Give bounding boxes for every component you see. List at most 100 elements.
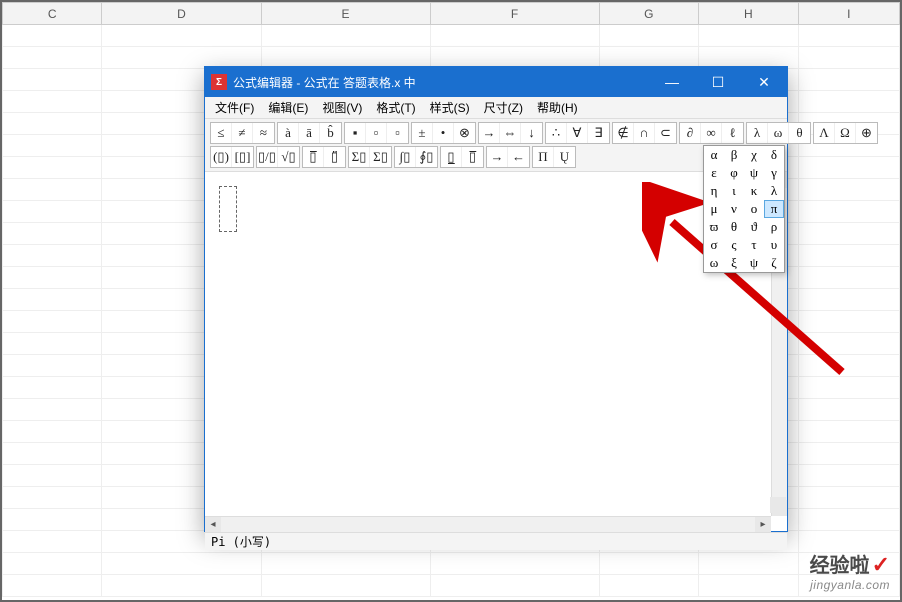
menu-view[interactable]: 视图(V) [316,97,368,118]
titlebar[interactable]: Σ 公式编辑器 - 公式在 答题表格.x 中 — ☐ ✕ [205,67,787,97]
table-row[interactable] [3,575,900,597]
greek-letter-ψ[interactable]: ψ [744,164,764,182]
scroll-track[interactable] [221,517,755,532]
col-header[interactable]: I [798,3,899,25]
greek-letter-π[interactable]: π [764,200,784,218]
toolbar-button[interactable]: ∞ [701,123,722,143]
greek-letter-ι[interactable]: ι [724,182,744,200]
greek-letter-ϖ[interactable]: ϖ [704,218,724,236]
toolbar-button[interactable]: ω [768,123,789,143]
menu-size[interactable]: 尺寸(Z) [478,97,529,118]
toolbar-button[interactable]: ⊗ [454,123,475,143]
equation-input-slot[interactable] [219,186,237,232]
toolbar-button[interactable]: ▯̅ [303,147,324,167]
toolbar-button[interactable]: ⊂ [655,123,676,143]
toolbar-button[interactable]: ≈ [253,123,274,143]
greek-letter-β[interactable]: β [724,146,744,164]
menu-format[interactable]: 格式(T) [370,97,421,118]
toolbar-button[interactable]: ▫ [387,123,408,143]
greek-letter-ω[interactable]: ω [704,254,724,272]
table-row[interactable] [3,25,900,47]
col-header[interactable]: G [599,3,698,25]
toolbar-button[interactable]: Ų [554,147,575,167]
greek-letter-χ[interactable]: χ [744,146,764,164]
toolbar-button[interactable]: ∴ [546,123,567,143]
toolbar-button[interactable]: ∉ [613,123,634,143]
toolbar-button[interactable]: (▯) [211,147,232,167]
menu-help[interactable]: 帮助(H) [531,97,584,118]
toolbar-button[interactable]: ▯̲ [441,147,462,167]
col-header[interactable]: C [3,3,102,25]
greek-letter-ς[interactable]: ς [724,236,744,254]
toolbar-button[interactable]: √▯ [278,147,299,167]
toolbar-button[interactable]: ▯/▯ [257,147,278,167]
toolbar-button[interactable]: → [479,123,500,143]
toolbar-button[interactable]: ⇔ [500,123,521,143]
toolbar-button[interactable]: ≤ [211,123,232,143]
toolbar-button[interactable]: à [278,123,299,143]
equation-canvas[interactable] [205,172,771,516]
toolbar-button[interactable]: ↓ [521,123,542,143]
toolbar-button[interactable]: Π [533,147,554,167]
toolbar-button[interactable]: ∀ [567,123,588,143]
greek-letter-φ[interactable]: φ [724,164,744,182]
toolbar-button[interactable]: ∮▯ [416,147,437,167]
col-header[interactable]: E [261,3,430,25]
greek-letter-μ[interactable]: μ [704,200,724,218]
toolbar-button[interactable]: • [433,123,454,143]
toolbar-button[interactable]: ← [508,147,529,167]
greek-letter-ξ[interactable]: ξ [724,254,744,272]
greek-letter-γ[interactable]: γ [764,164,784,182]
greek-letter-ζ[interactable]: ζ [764,254,784,272]
toolbar-button[interactable]: ∂ [680,123,701,143]
menu-style[interactable]: 样式(S) [424,97,476,118]
greek-letter-υ[interactable]: υ [764,236,784,254]
horizontal-scrollbar[interactable]: ◂ ▸ [205,516,771,532]
toolbar-button[interactable]: [▯] [232,147,253,167]
toolbar-button[interactable]: Ω [835,123,856,143]
menu-edit[interactable]: 编辑(E) [262,97,314,118]
greek-letter-α[interactable]: α [704,146,724,164]
menu-file[interactable]: 文件(F) [209,97,260,118]
toolbar-button[interactable]: Σ▯ [349,147,370,167]
greek-letter-κ[interactable]: κ [744,182,764,200]
greek-letter-ο[interactable]: ο [744,200,764,218]
greek-letter-θ[interactable]: θ [724,218,744,236]
scroll-left-icon[interactable]: ◂ [205,517,221,532]
greek-letter-ϑ[interactable]: ϑ [744,218,764,236]
minimize-button[interactable]: — [649,67,695,97]
greek-letter-ν[interactable]: ν [724,200,744,218]
toolbar-button[interactable]: ▯̅ [462,147,483,167]
toolbar-button[interactable]: ▫ [366,123,387,143]
toolbar-button[interactable]: → [487,147,508,167]
toolbar-button[interactable]: Σ▯ [370,147,391,167]
toolbar-button[interactable]: ∩ [634,123,655,143]
table-row[interactable] [3,553,900,575]
close-button[interactable]: ✕ [741,67,787,97]
col-header[interactable]: F [430,3,599,25]
toolbar-button[interactable]: ∃ [588,123,609,143]
greek-letter-τ[interactable]: τ [744,236,764,254]
toolbar-button[interactable]: ℓ [722,123,743,143]
toolbar-button[interactable]: b̂ [320,123,341,143]
toolbar-button[interactable]: ≠ [232,123,253,143]
toolbar-button[interactable]: ⊕ [856,123,877,143]
col-header[interactable]: H [699,3,798,25]
toolbar-button[interactable]: ā [299,123,320,143]
greek-letter-η[interactable]: η [704,182,724,200]
toolbar-button[interactable]: ▪ [345,123,366,143]
greek-letter-σ[interactable]: σ [704,236,724,254]
toolbar-button[interactable]: ± [412,123,433,143]
greek-letter-λ[interactable]: λ [764,182,784,200]
greek-letter-δ[interactable]: δ [764,146,784,164]
maximize-button[interactable]: ☐ [695,67,741,97]
col-header[interactable]: D [102,3,261,25]
toolbar-button[interactable]: Λ [814,123,835,143]
toolbar-button[interactable]: ▯̈ [324,147,345,167]
greek-letter-ψ[interactable]: ψ [744,254,764,272]
greek-letter-ρ[interactable]: ρ [764,218,784,236]
toolbar-button[interactable]: ∫▯ [395,147,416,167]
toolbar-button[interactable]: θ [789,123,810,143]
greek-letter-ε[interactable]: ε [704,164,724,182]
scroll-right-icon[interactable]: ▸ [755,517,771,532]
